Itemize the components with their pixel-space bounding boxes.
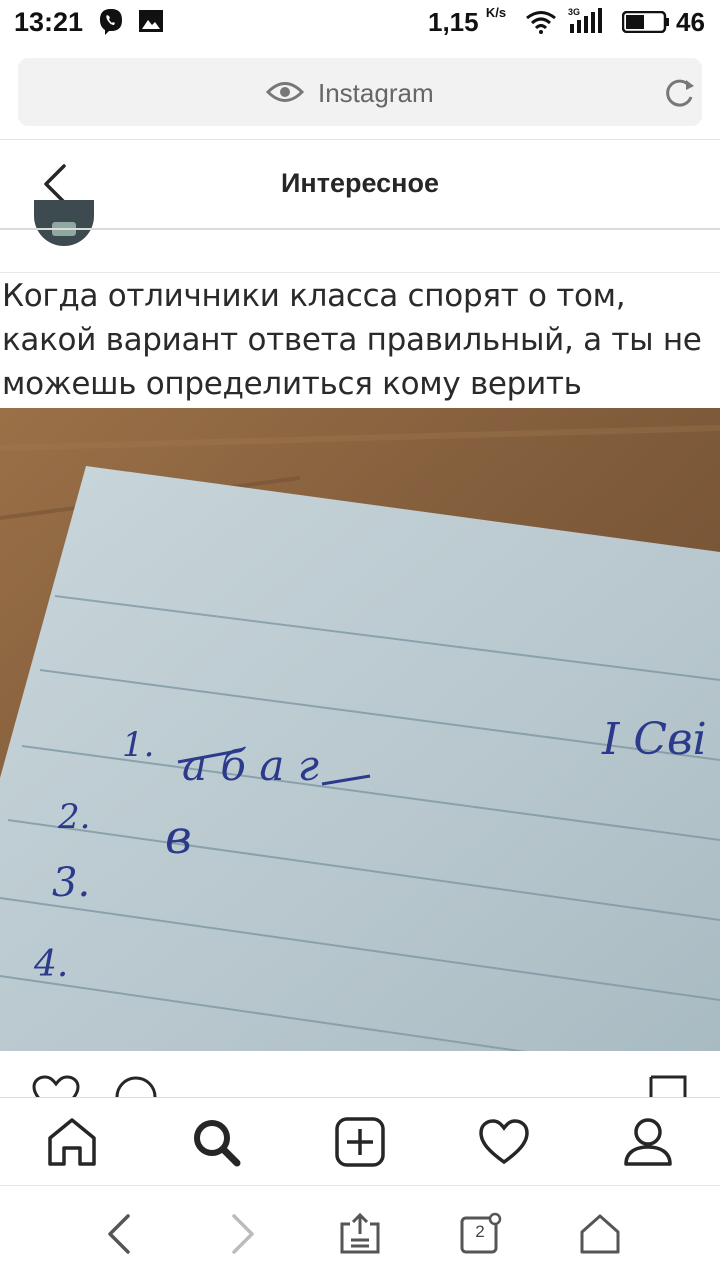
browser-back-icon[interactable] [98,1212,142,1256]
status-bar: 13:21 1,15 K/s 3G 46 [0,0,720,46]
hw-line1-number: 1. [122,725,154,765]
comment-icon[interactable] [114,1075,162,1099]
browser-forward-icon[interactable] [220,1212,264,1256]
hw-line4-number: 4. [33,944,68,985]
post-actions [0,1051,720,1099]
signal-icon: 3G [568,6,608,41]
home-icon[interactable] [46,1116,98,1168]
hw-line2-text: в [165,810,192,864]
instagram-bottom-nav [0,1098,720,1186]
hw-line1-text: а б а г [182,741,319,790]
address-title: Instagram [318,78,434,108]
browser-home-icon[interactable] [578,1212,622,1256]
status-time: 13:21 [14,7,84,37]
instagram-header: Интересное [0,140,720,228]
eye-icon [265,77,305,112]
post-divider [0,272,720,273]
tab-count: 2 [475,1222,485,1241]
network-type: 3G [568,7,580,17]
post-photo[interactable]: 1. а б а г 2. в 3. 4. I Cвi [0,408,720,1051]
page-title: Интересное [281,168,439,198]
header-divider [0,228,720,230]
hw-corner-text: I Cвi [601,714,707,765]
hw-line3-number: 3. [52,860,90,906]
bookmark-icon[interactable] [648,1075,688,1099]
battery-icon [621,10,670,38]
browser-address-bar[interactable]: Instagram [18,58,702,126]
network-speed: 1,15 K/s [428,5,507,37]
hw-line2-number: 2. [57,797,90,837]
avatar[interactable] [34,200,94,246]
viber-icon [98,8,124,41]
heart-icon[interactable] [32,1075,80,1099]
share-icon[interactable] [338,1212,382,1256]
wifi-icon [526,10,556,39]
reload-icon[interactable] [662,75,698,116]
search-icon[interactable] [190,1116,242,1168]
gallery-icon [138,8,164,39]
profile-icon[interactable] [622,1116,674,1168]
add-post-icon[interactable] [334,1116,386,1168]
browser-toolbar [0,1186,720,1280]
battery-level: 46 [676,7,705,37]
activity-icon[interactable] [478,1116,530,1168]
